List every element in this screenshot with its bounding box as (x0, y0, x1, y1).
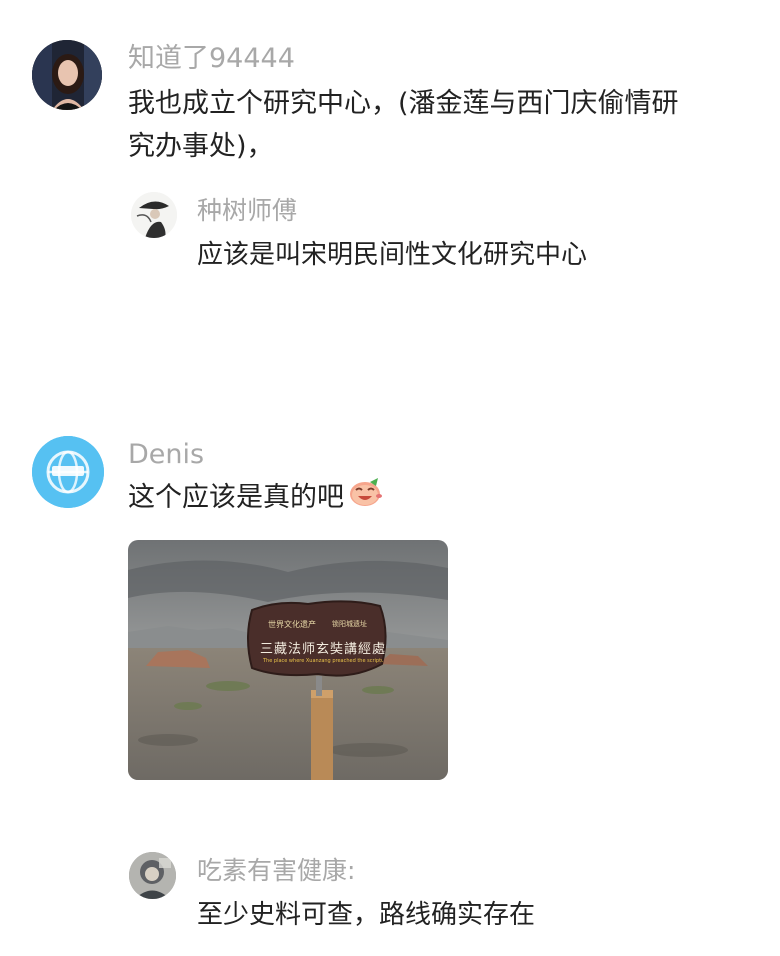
sign-title: 三藏法师玄奘講經處 (260, 642, 387, 657)
user-avatar[interactable] (32, 436, 104, 508)
reply-username[interactable]: 种树师傅 (197, 195, 297, 227)
ink-figure-avatar-icon (131, 192, 177, 238)
reply-text: 应该是叫宋明民间性文化研究中心 (197, 240, 588, 270)
reply-text: 至少史料可查，路线确实存在 (197, 900, 536, 930)
grey-photo-avatar-icon (129, 852, 176, 899)
comment-username[interactable]: Denis (128, 438, 204, 472)
comment-text-line: 这个应该是真的吧 (128, 476, 384, 521)
comment-username[interactable]: 知道了94444 (128, 42, 295, 76)
sign-header-left: 世界文化遗产 (268, 620, 316, 629)
reply-username[interactable]: 吃素有害健康: (197, 855, 355, 887)
comment-text: 我也成立个研究中心，(潘金莲与西门庆偷情研究办事处)， (128, 88, 679, 162)
comment-photo[interactable]: 世界文化遗产 锁阳城遗址 三藏法师玄奘講經處 The place where X… (128, 540, 448, 780)
woman-portrait-avatar-icon (32, 40, 102, 110)
laughing-face-emoji-icon (346, 476, 384, 521)
sign-english: The place where Xuanzang preached the sc… (263, 658, 383, 664)
reply-avatar[interactable] (131, 192, 177, 238)
blue-globe-avatar-icon (32, 436, 104, 508)
sign-header-right: 锁阳城遗址 (332, 620, 367, 628)
user-avatar[interactable] (32, 40, 102, 110)
comment-text: 这个应该是真的吧 (128, 482, 344, 513)
reply-avatar[interactable] (129, 852, 176, 899)
